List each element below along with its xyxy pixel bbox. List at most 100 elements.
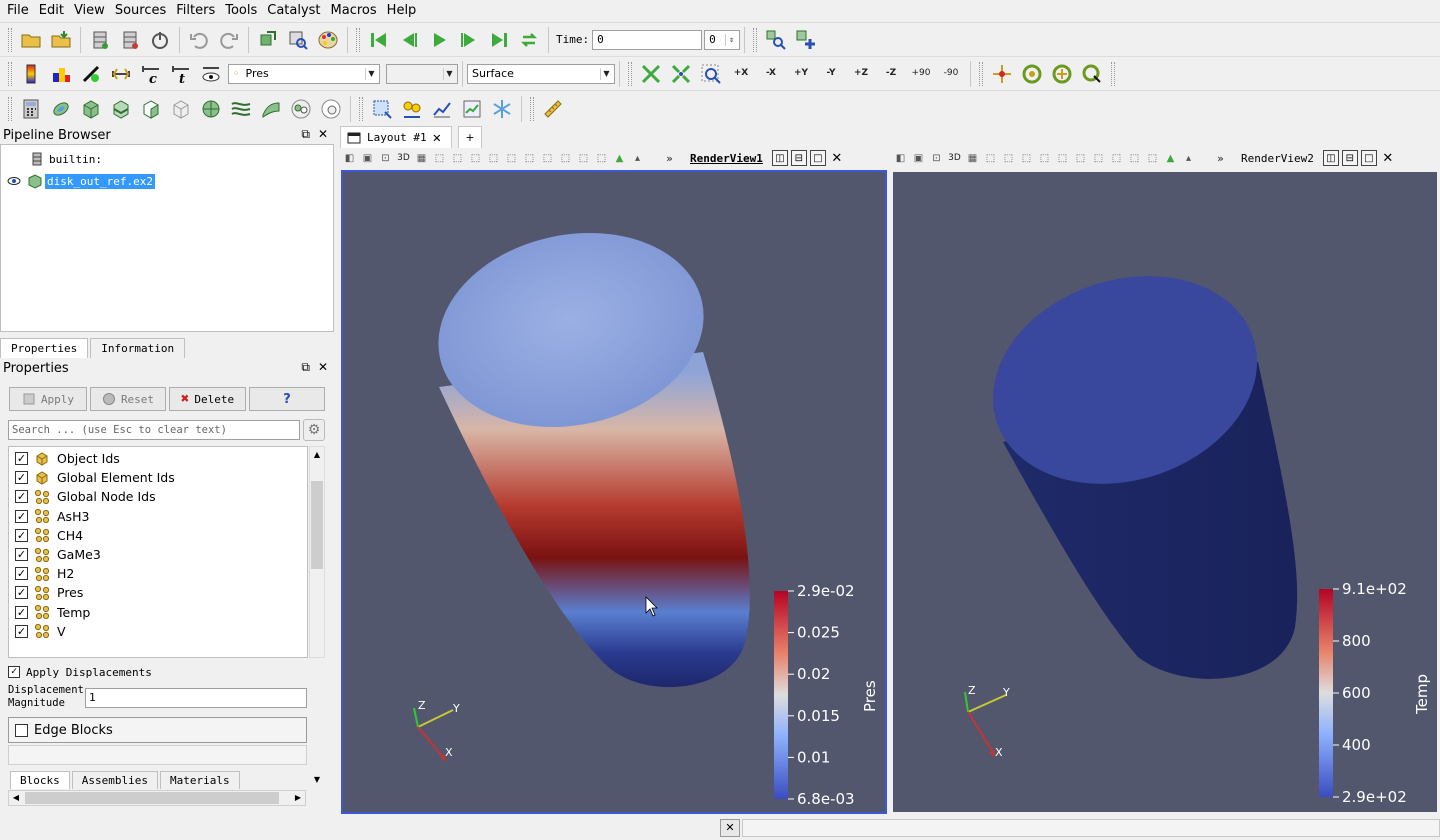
checkbox-checked-icon[interactable]: ✓: [15, 586, 28, 600]
connect-button[interactable]: [87, 27, 113, 53]
reset-view-icon[interactable]: ⊡: [929, 151, 944, 166]
variable-row[interactable]: ✓ Pres: [15, 583, 83, 602]
checkbox-unchecked-icon[interactable]: [15, 723, 28, 737]
checkbox-checked-icon[interactable]: ✓: [15, 509, 28, 523]
hover-cells-icon[interactable]: ⬚: [1091, 151, 1106, 166]
threshold-filter-button[interactable]: [138, 96, 164, 122]
color-variable-select[interactable]: ◦ Pres ▼: [228, 63, 380, 84]
reset-center-button[interactable]: [1049, 61, 1075, 87]
reset-button[interactable]: Reset: [90, 387, 166, 411]
shrink-selection-icon[interactable]: ⬚: [576, 151, 591, 166]
close-tab-icon[interactable]: ✕: [433, 130, 441, 146]
loop-button[interactable]: [516, 27, 542, 53]
hover-cells-icon[interactable]: ⬚: [540, 151, 555, 166]
plot-selection-button[interactable]: [399, 96, 425, 122]
pres-cylinder[interactable]: [420, 209, 750, 688]
zoom-to-box-button[interactable]: [698, 61, 724, 87]
pipeline-item-disk-out-ref[interactable]: disk_out_ref.ex2: [7, 172, 155, 190]
help-button[interactable]: ?: [249, 387, 325, 411]
select-block-icon[interactable]: ⬚: [486, 151, 501, 166]
apply-displacements-checkbox[interactable]: ✓ Apply Displacements: [8, 662, 152, 682]
slice-filter-button[interactable]: [108, 96, 134, 122]
variable-row[interactable]: ✓ CH4: [15, 526, 83, 545]
hover-points-icon[interactable]: ⬚: [522, 151, 537, 166]
search-input[interactable]: Search ... (use Esc to clear text): [8, 420, 300, 440]
toolbar-grip[interactable]: [359, 96, 363, 121]
menu-filters[interactable]: Filters: [171, 0, 220, 22]
variable-row[interactable]: ✓ V: [15, 622, 66, 641]
reset-session-button[interactable]: [255, 27, 281, 53]
view-minus-x-button[interactable]: -X: [758, 61, 784, 87]
variable-row[interactable]: ✓ Temp: [15, 603, 90, 622]
load-state-button[interactable]: [48, 27, 74, 53]
menu-view[interactable]: View: [69, 0, 110, 22]
checkbox-checked-icon[interactable]: ✓: [8, 666, 20, 678]
close-icon[interactable]: ✕: [318, 127, 328, 142]
extract-edges-button[interactable]: [489, 96, 515, 122]
render-view-2-canvas[interactable]: Z Y X 9.1e+02 800 600 400 2.9e+02 Temp: [893, 172, 1437, 812]
tab-materials[interactable]: Materials: [159, 771, 240, 789]
color-palette-button[interactable]: [315, 27, 341, 53]
rotate-minus-90-button[interactable]: -90: [938, 61, 964, 87]
pres-color-legend[interactable]: 2.9e-02 0.025 0.02 0.015 0.01 6.8e-03 Pres: [774, 582, 879, 808]
select-block-icon[interactable]: ⬚: [1037, 151, 1052, 166]
variable-row[interactable]: ✓ Global Node Ids: [15, 487, 156, 506]
reset-camera-button[interactable]: [638, 61, 664, 87]
ruler-button[interactable]: [540, 96, 566, 122]
more-tools-icon[interactable]: »: [662, 151, 677, 166]
clip-filter-button[interactable]: [78, 96, 104, 122]
split-vertical-icon[interactable]: ⊟: [790, 150, 807, 166]
reset-range-button[interactable]: [78, 61, 104, 87]
warp-by-vector-button[interactable]: [258, 96, 284, 122]
polygon-select-icon[interactable]: ▲: [612, 151, 627, 166]
maximize-icon[interactable]: □: [809, 150, 826, 166]
component-select[interactable]: ▼: [386, 63, 458, 84]
apply-button[interactable]: Apply: [9, 387, 87, 411]
menu-file[interactable]: File: [2, 0, 34, 22]
scroll-right-icon[interactable]: ▶: [290, 790, 306, 806]
close-view-icon[interactable]: ✕: [829, 150, 845, 166]
vertical-scrollbar[interactable]: ▲: [309, 446, 325, 658]
query-selection-button[interactable]: [763, 27, 789, 53]
hscroll-thumb[interactable]: [25, 792, 279, 804]
undock-icon[interactable]: ⧉: [301, 127, 310, 142]
select-points-icon[interactable]: ⬚: [1001, 151, 1016, 166]
toolbar-grip[interactable]: [1111, 61, 1115, 86]
toolbar-grip[interactable]: [530, 96, 534, 121]
checkbox-checked-icon[interactable]: ✓: [15, 605, 28, 619]
checkbox-checked-icon[interactable]: ✓: [15, 452, 28, 465]
select-frustum-icon[interactable]: ⬚: [1019, 151, 1034, 166]
view-plus-z-button[interactable]: +Z: [848, 61, 874, 87]
checkbox-checked-icon[interactable]: ✓: [15, 490, 28, 504]
plot-over-line-button[interactable]: [429, 96, 455, 122]
select-points-icon[interactable]: ⬚: [450, 151, 465, 166]
edge-blocks-section[interactable]: Edge Blocks: [8, 717, 307, 743]
scroll-left-icon[interactable]: ◀: [9, 791, 23, 805]
last-frame-button[interactable]: [486, 27, 512, 53]
toggle-3d-icon[interactable]: 3D: [947, 151, 962, 166]
menu-tools[interactable]: Tools: [220, 0, 262, 22]
select-frustum-icon[interactable]: ⬚: [468, 151, 483, 166]
checkbox-checked-icon[interactable]: ✓: [15, 548, 28, 561]
toggle-3d-icon[interactable]: 3D: [396, 151, 411, 166]
checkbox-checked-icon[interactable]: ✓: [15, 471, 28, 485]
more-tools-icon[interactable]: »: [1213, 151, 1228, 166]
split-vertical-icon[interactable]: ⊟: [1341, 150, 1358, 166]
contour-filter-button[interactable]: [48, 96, 74, 122]
close-view-icon[interactable]: ✕: [1380, 150, 1396, 166]
grow-selection-icon[interactable]: ⬚: [558, 151, 573, 166]
toggle-color-legend-button[interactable]: [18, 61, 44, 87]
camera-link-icon[interactable]: ▦: [414, 151, 429, 166]
interactive-select-icon[interactable]: ⬚: [1055, 151, 1070, 166]
clear-selection-icon[interactable]: ⬚: [594, 151, 609, 166]
select-cells-icon[interactable]: ⬚: [983, 151, 998, 166]
variable-row[interactable]: ✓ Object Ids: [15, 449, 120, 468]
tab-layout-1[interactable]: Layout #1 ✕: [340, 126, 452, 148]
gear-icon[interactable]: ⚙: [303, 419, 325, 441]
grow-selection-icon[interactable]: ⬚: [1109, 151, 1124, 166]
view-minus-z-button[interactable]: -Z: [878, 61, 904, 87]
extract-subset-button[interactable]: [168, 96, 194, 122]
maximize-icon[interactable]: □: [1360, 150, 1377, 166]
toolbar-grip[interactable]: [8, 96, 12, 121]
view-minus-y-button[interactable]: -Y: [818, 61, 844, 87]
